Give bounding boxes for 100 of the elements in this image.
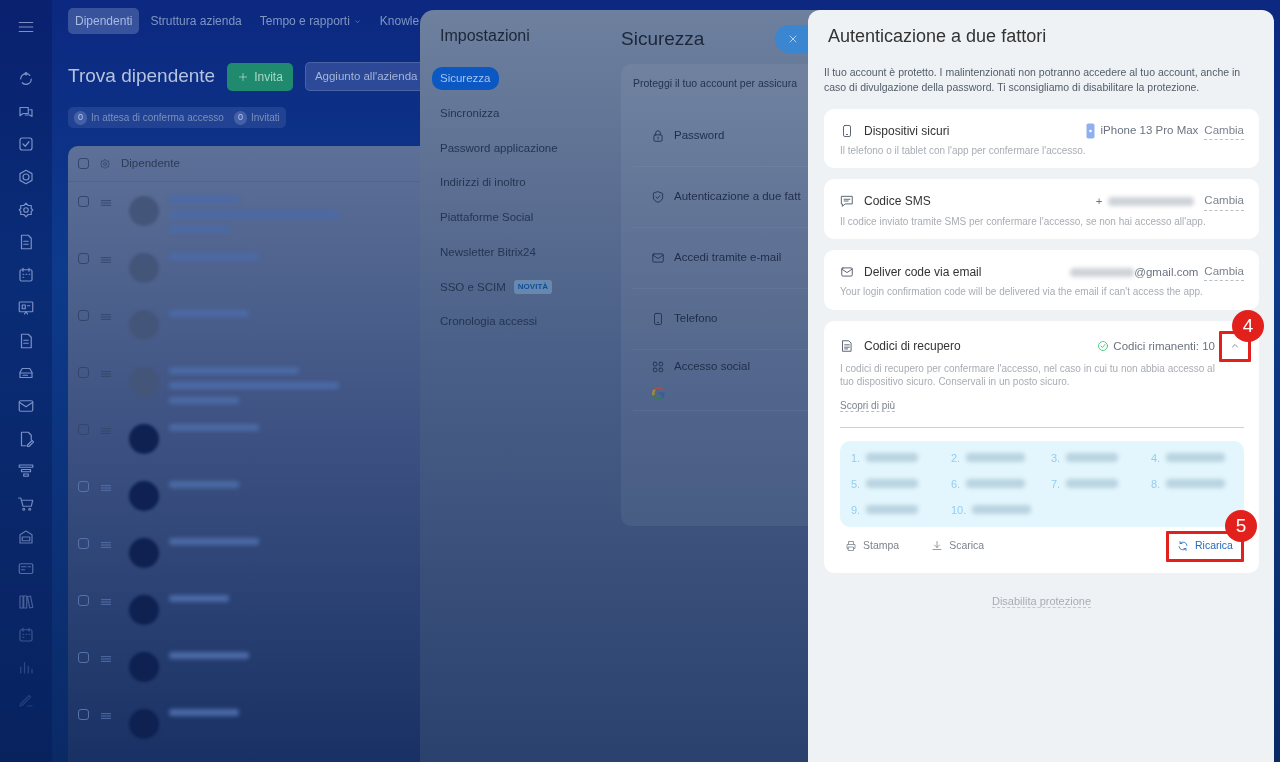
invite-button[interactable]: Invita <box>227 62 293 91</box>
redacted-text <box>1166 479 1226 489</box>
learn-more-link[interactable]: Scopri di più <box>840 399 896 412</box>
message-icon <box>840 194 854 209</box>
row-checkbox[interactable] <box>78 367 89 379</box>
count-badge: 0 <box>233 111 247 125</box>
redacted-text <box>966 479 1026 489</box>
redacted-text <box>866 505 919 515</box>
redacted-text <box>169 709 239 717</box>
print-button[interactable]: Stampa <box>840 530 905 562</box>
calendar-icon[interactable] <box>17 266 35 285</box>
filter-label[interactable]: In attesa di conferma accesso <box>91 110 224 126</box>
select-all-checkbox[interactable] <box>78 158 89 170</box>
redacted-text <box>866 453 919 463</box>
redacted-text <box>966 453 1026 463</box>
code-number: 8. <box>1151 476 1161 492</box>
nav-tab[interactable]: Struttura azienda <box>143 8 249 34</box>
count-badge: 0 <box>74 111 87 125</box>
grid-icon <box>651 360 665 375</box>
avatar <box>129 424 159 455</box>
g-logo-icon[interactable] <box>651 385 666 401</box>
redacted-text <box>169 397 239 405</box>
mail-icon <box>840 265 854 280</box>
method-title: Codice SMS <box>864 193 931 211</box>
printer-icon <box>845 540 857 553</box>
calendar-icon[interactable] <box>17 625 35 644</box>
method-description: I codici di recupero per confermare l'accesso, nel caso in cui tu non abbia accesso al tuo dispositivo sicuro. Conservali in un posto sicuro. <box>840 361 1216 389</box>
document-icon <box>840 339 854 354</box>
code-number: 3. <box>1051 450 1061 466</box>
section-title: Sicurezza <box>621 28 705 51</box>
close-icon <box>787 33 799 45</box>
code-number: 1. <box>851 450 861 466</box>
avatar <box>129 652 159 683</box>
method-title: Codici di recupero <box>864 338 961 356</box>
change-link[interactable]: Cambia <box>1204 263 1244 282</box>
download-icon <box>931 540 944 553</box>
page-title: Trova dipendente <box>68 65 216 88</box>
reload-button[interactable]: Ricarica <box>1169 533 1241 559</box>
redacted-text <box>866 479 919 489</box>
code-number: 7. <box>1051 476 1061 492</box>
settings-menu-item[interactable]: SSO e SCIM <box>440 278 506 296</box>
new-badge: NOVITÀ <box>513 280 553 295</box>
security-option[interactable]: Telefono <box>674 309 718 328</box>
row-checkbox[interactable] <box>78 481 89 493</box>
reload-icon <box>1177 540 1190 553</box>
settings-icon <box>99 157 111 170</box>
security-option[interactable]: Accesso social <box>674 358 751 376</box>
gear-icon[interactable] <box>17 200 35 219</box>
security-option[interactable]: Accedi tramite e-mail <box>674 248 782 267</box>
settings-menu-item[interactable]: Newsletter Bitrix24 <box>432 240 544 265</box>
settings-menu-item[interactable]: Password applicazione <box>432 136 566 160</box>
books-icon[interactable] <box>17 593 35 612</box>
hexagon-icon[interactable] <box>17 168 35 187</box>
row-checkbox[interactable] <box>78 424 89 436</box>
code-number: 5. <box>851 476 861 492</box>
download-button[interactable]: Scarica <box>926 530 990 562</box>
lock-icon <box>651 128 665 143</box>
method-value: + <box>1095 193 1103 209</box>
check-circle-icon <box>1097 340 1110 353</box>
cart-icon[interactable] <box>17 494 35 513</box>
row-checkbox[interactable] <box>78 652 89 664</box>
row-checkbox[interactable] <box>78 595 89 607</box>
method-description: Your login confirmation code will be delivered via the email if can't access the app. <box>840 285 1204 299</box>
board-icon[interactable] <box>17 298 35 317</box>
column-header: Dipendente <box>121 156 180 172</box>
settings-menu-item[interactable]: Sicurezza <box>432 67 499 91</box>
avatar <box>129 481 159 512</box>
avatar <box>129 538 159 569</box>
row-checkbox[interactable] <box>78 196 89 208</box>
settings-menu-item[interactable]: Piattaforme Social <box>432 206 542 230</box>
step-badge: 5 <box>1225 509 1257 542</box>
code-number: 2. <box>951 450 961 466</box>
security-option[interactable]: Autenticazione a due fatt <box>674 187 801 206</box>
phone-icon <box>840 123 854 138</box>
settings-menu-item[interactable]: Indirizzi di inoltro <box>432 171 534 195</box>
row-checkbox[interactable] <box>78 253 89 265</box>
row-checkbox[interactable] <box>78 538 89 550</box>
nav-tab[interactable]: Tempo e rapporti <box>252 8 369 34</box>
phone-icon <box>651 311 665 326</box>
phone-icon <box>1085 122 1095 139</box>
code-number: 9. <box>851 502 861 518</box>
code-number: 6. <box>951 476 961 492</box>
nav-tab[interactable]: Dipendenti <box>68 8 140 34</box>
redacted-text <box>169 595 229 603</box>
mail-icon <box>651 250 665 265</box>
checkbox-icon[interactable] <box>17 135 35 154</box>
code-number: 10. <box>951 502 967 518</box>
avatar <box>129 196 159 227</box>
avatar <box>129 709 159 740</box>
change-link[interactable]: Cambia <box>1204 121 1244 140</box>
redacted-text <box>169 481 239 489</box>
row-checkbox[interactable] <box>78 709 89 721</box>
panel-title: Impostazioni <box>440 26 531 46</box>
row-checkbox[interactable] <box>78 310 89 322</box>
security-option[interactable]: Password <box>674 126 725 145</box>
redacted-text <box>1166 453 1226 463</box>
filter-label[interactable]: Invitati <box>250 110 280 126</box>
disable-protection-link[interactable]: Disabilita protezione <box>991 594 1092 608</box>
settings-menu-item[interactable]: Sincronizza <box>432 101 508 126</box>
change-link[interactable]: Cambia <box>1204 192 1244 211</box>
